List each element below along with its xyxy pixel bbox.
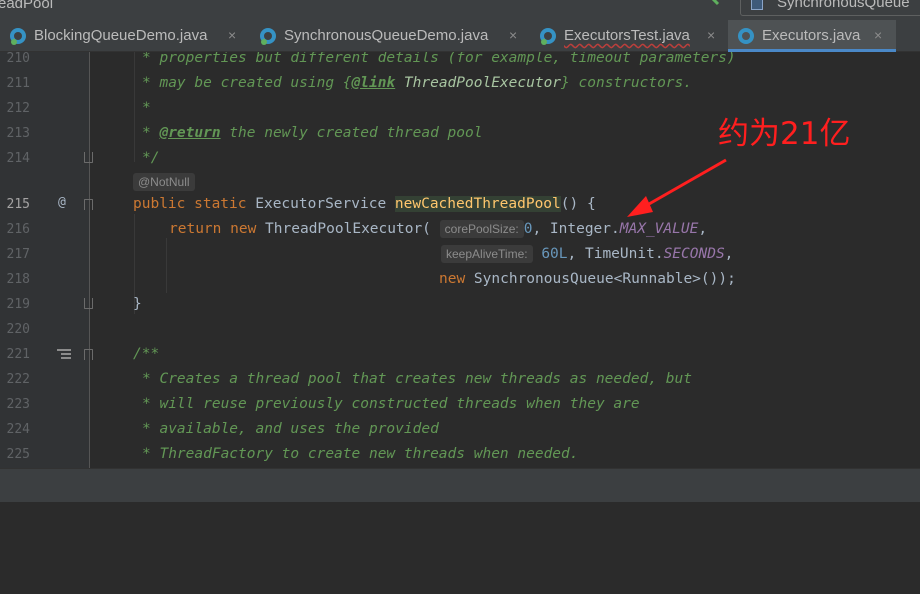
editor-status-strip <box>0 468 920 502</box>
bottom-panel <box>0 502 920 594</box>
